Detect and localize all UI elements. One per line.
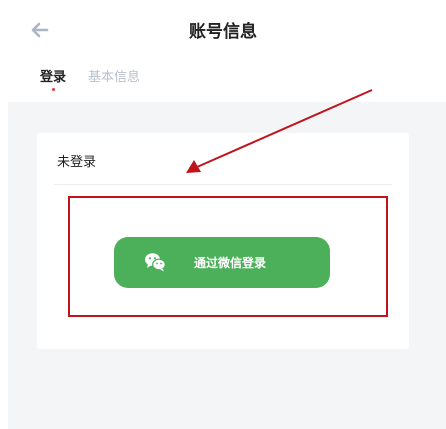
tab-bar: 登录 基本信息 <box>0 66 446 96</box>
page-title: 账号信息 <box>189 22 257 42</box>
active-tab-indicator <box>52 88 55 91</box>
tab-login[interactable]: 登录 <box>40 66 67 91</box>
wechat-login-button[interactable]: 通过微信登录 <box>114 237 330 288</box>
wechat-login-label: 通过微信登录 <box>194 256 267 270</box>
tab-basic-info-label: 基本信息 <box>88 70 141 85</box>
tab-basic-info[interactable]: 基本信息 <box>88 66 140 85</box>
header-bar: 账号信息 <box>0 0 446 58</box>
divider <box>54 184 392 185</box>
wechat-icon <box>145 253 166 272</box>
tab-login-label: 登录 <box>40 70 67 85</box>
login-status-text: 未登录 <box>57 155 97 170</box>
